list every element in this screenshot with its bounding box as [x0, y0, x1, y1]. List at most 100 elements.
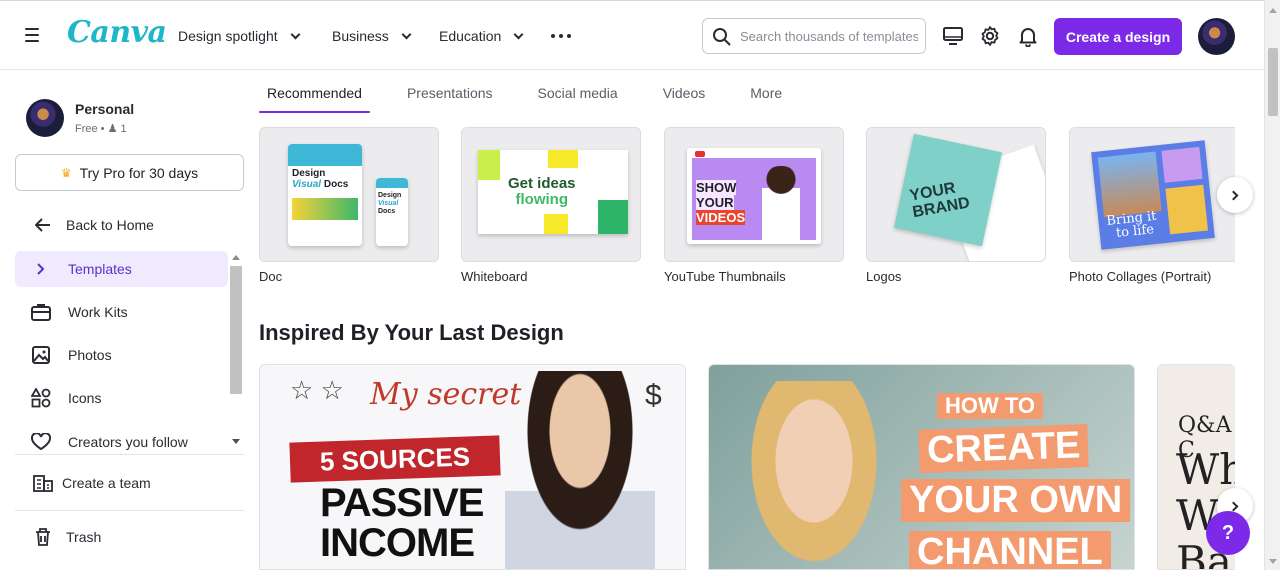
account-name[interactable]: Personal	[75, 101, 134, 117]
sidebar-item-create-team[interactable]: Create a team	[15, 465, 228, 501]
art-text: INCOME	[320, 521, 475, 565]
building-icon	[32, 472, 54, 494]
template-label: Photo Collages (Portrait)	[1069, 269, 1212, 284]
art-text: Docs	[378, 208, 396, 215]
sidebar-item-icons[interactable]: Icons	[15, 380, 228, 416]
carousel-next-button[interactable]	[1217, 177, 1253, 213]
dollar-icon: $	[645, 379, 662, 412]
art-text: PASSIVE	[320, 481, 484, 525]
more-icon[interactable]	[551, 34, 571, 38]
template-thumbnail: Bring it to life	[1069, 127, 1235, 262]
category-tabs: Recommended Presentations Social media V…	[259, 71, 819, 113]
create-design-button[interactable]: Create a design	[1054, 18, 1182, 55]
account-avatar[interactable]	[26, 99, 64, 137]
art-text: SHOW	[696, 180, 737, 195]
nav-label: Design spotlight	[178, 28, 278, 44]
nav-label: Business	[332, 28, 389, 44]
try-pro-label: Try Pro for 30 days	[79, 164, 199, 181]
art-text: Visual	[292, 179, 322, 190]
art-text: to life	[1115, 222, 1155, 242]
template-card-logos[interactable]: YOUR BRAND Logos	[866, 127, 1046, 284]
art-text: flowing	[515, 191, 569, 208]
account-plan: Free • ♟ 1	[75, 123, 127, 135]
sidebar-item-label: Create a team	[62, 475, 151, 491]
plan-label: Free	[75, 123, 98, 135]
template-card-whiteboard[interactable]: Get ideas flowing Whiteboard	[461, 127, 641, 284]
chevron-down-icon	[513, 29, 524, 39]
tab-label: Presentations	[406, 85, 493, 101]
heart-icon	[30, 431, 52, 453]
sidebar-item-work-kits[interactable]: Work Kits	[15, 294, 228, 330]
back-label: Back to Home	[66, 217, 154, 233]
sidebar-scrollbar[interactable]	[228, 252, 244, 452]
nav-label: Education	[439, 28, 502, 44]
divider	[15, 454, 244, 455]
search-placeholder: Search thousands of templates	[740, 29, 918, 44]
art-text: Wh	[1176, 445, 1235, 494]
art-text: Design	[378, 192, 402, 199]
canva-logo[interactable]: Canva	[67, 15, 167, 50]
help-button[interactable]: ?	[1206, 511, 1250, 555]
sidebar-item-photos[interactable]: Photos	[15, 337, 228, 373]
tab-label: Social media	[537, 85, 618, 101]
design-card[interactable]: HOW TO CREATE YOUR OWN CHANNEL	[708, 364, 1135, 570]
page-scrollbar[interactable]	[1264, 0, 1280, 570]
portrait-image	[505, 371, 655, 569]
shapes-icon	[30, 387, 52, 409]
gear-icon[interactable]	[979, 25, 1001, 47]
nav-business[interactable]: Business	[332, 1, 412, 71]
sidebar-item-templates[interactable]: Templates	[15, 251, 228, 287]
chevron-down-icon	[290, 29, 301, 39]
tab-label: Recommended	[267, 85, 362, 101]
person-icon: ♟	[107, 123, 118, 135]
template-label: Whiteboard	[461, 269, 528, 284]
art-text: Get ideas	[508, 175, 576, 192]
tab-social-media[interactable]: Social media	[530, 71, 626, 113]
back-to-home[interactable]: Back to Home	[15, 207, 228, 243]
avatar[interactable]	[1198, 18, 1235, 55]
art-text: VIDEOS	[696, 210, 746, 225]
template-carousel: Design Visual Docs Design Visual Docs Doc G…	[259, 127, 1235, 287]
template-card-doc[interactable]: Design Visual Docs Design Visual Docs Doc	[259, 127, 439, 284]
art-text: Design	[292, 168, 326, 179]
tab-presentations[interactable]: Presentations	[399, 71, 501, 113]
chevron-right-icon	[30, 258, 52, 280]
sidebar-item-label: Icons	[68, 390, 102, 406]
try-pro-button[interactable]: ♛ Try Pro for 30 days	[15, 154, 244, 191]
nav-design-spotlight[interactable]: Design spotlight	[178, 1, 301, 71]
sidebar-item-label: Templates	[68, 261, 132, 277]
design-card[interactable]: ☆ ☆ My secret 5 SOURCES PASSIVE INCOME $	[259, 364, 686, 570]
template-thumbnail: Get ideas flowing	[461, 127, 641, 262]
bell-icon[interactable]	[1017, 25, 1039, 47]
chevron-right-icon	[1228, 190, 1239, 200]
sidebar-item-label: Work Kits	[68, 304, 128, 320]
template-thumbnail: SHOW YOUR VIDEOS	[664, 127, 844, 262]
chevron-right-icon	[1228, 501, 1239, 511]
image-icon	[30, 344, 52, 366]
member-count: 1	[120, 123, 127, 135]
art-text: CREATE	[918, 424, 1090, 473]
star-icon: ☆ ☆	[290, 375, 344, 405]
template-card-photo-collages[interactable]: Bring it to life Photo Collages (Portrai…	[1069, 127, 1235, 284]
search-input[interactable]: Search thousands of templates	[702, 18, 926, 54]
template-thumbnail: YOUR BRAND	[866, 127, 1046, 262]
trash-icon	[32, 526, 54, 548]
sidebar-item-trash[interactable]: Trash	[15, 519, 228, 555]
art-text: 5 SOURCES	[289, 435, 501, 483]
art-text: YOUR	[696, 195, 734, 210]
tab-label: More	[750, 85, 783, 101]
sidebar-item-label: Photos	[68, 347, 112, 363]
menu-icon[interactable]	[25, 28, 41, 42]
tab-videos[interactable]: Videos	[655, 71, 714, 113]
template-label: YouTube Thumbnails	[664, 269, 786, 284]
template-card-youtube-thumbnails[interactable]: SHOW YOUR VIDEOS YouTube Thumbnails	[664, 127, 844, 284]
chevron-down-icon	[401, 29, 412, 39]
desktop-icon[interactable]	[942, 25, 964, 47]
tab-label: Videos	[662, 85, 706, 101]
portrait-image	[739, 381, 889, 569]
search-icon	[713, 28, 731, 46]
divider	[15, 510, 244, 511]
tab-more[interactable]: More	[742, 71, 790, 113]
nav-education[interactable]: Education	[439, 1, 524, 71]
tab-recommended[interactable]: Recommended	[259, 71, 370, 113]
